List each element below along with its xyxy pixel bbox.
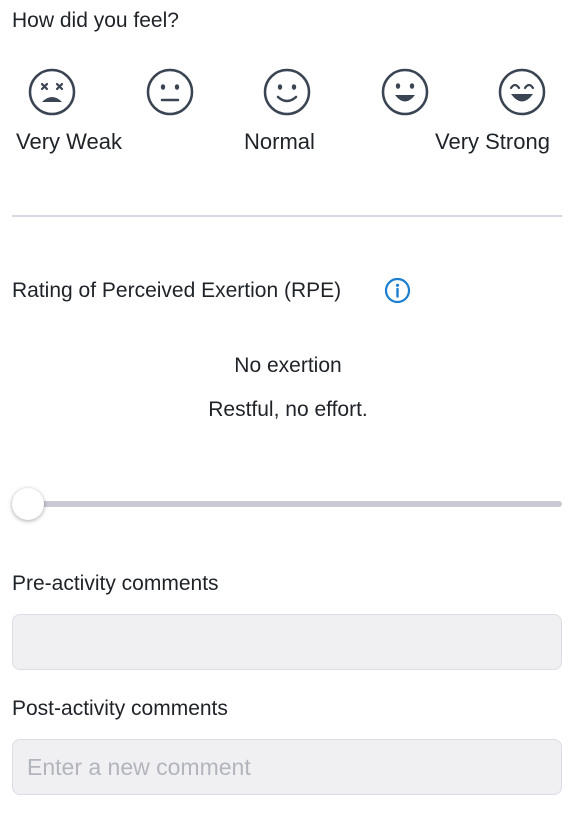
rpe-level-description: Restful, no effort. (208, 398, 368, 421)
info-icon[interactable] (384, 277, 411, 304)
strong-face-icon[interactable] (381, 68, 429, 116)
rpe-slider[interactable] (12, 486, 562, 522)
scale-label-very-weak: Very Weak (16, 129, 122, 154)
normal-face-icon[interactable] (263, 68, 311, 116)
rpe-level-label: No exertion (234, 354, 342, 377)
feel-title: How did you feel? (12, 9, 179, 32)
pre-activity-comments-label: Pre-activity comments (12, 572, 219, 595)
post-activity-comments-input[interactable] (12, 739, 562, 795)
rpe-slider-thumb[interactable] (12, 488, 44, 520)
scale-label-normal: Normal (244, 129, 315, 154)
weak-face-icon[interactable] (146, 68, 194, 116)
rpe-title: Rating of Perceived Exertion (RPE) (12, 279, 342, 302)
rpe-slider-track[interactable] (12, 501, 562, 507)
post-activity-comments-label: Post-activity comments (12, 697, 228, 720)
section-divider (12, 215, 562, 217)
pre-activity-comments-input[interactable] (12, 614, 562, 670)
very-strong-face-icon[interactable] (498, 68, 546, 116)
feel-faces-row (0, 68, 576, 118)
very-weak-face-icon[interactable] (28, 68, 76, 116)
scale-label-very-strong: Very Strong (435, 129, 550, 154)
